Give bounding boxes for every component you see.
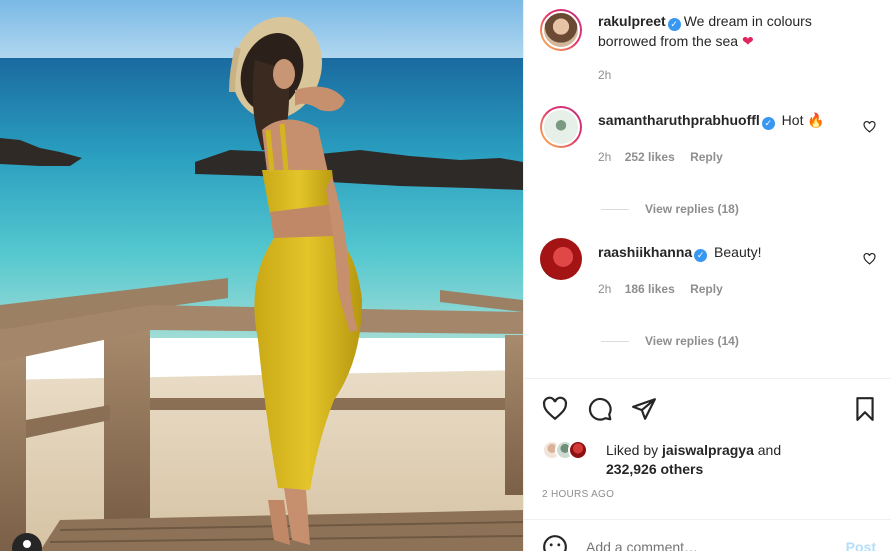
comment: raashiikhanna ✓ Beauty! <box>598 242 858 262</box>
verified-badge-icon: ✓ <box>694 249 708 262</box>
liked-by-avatars[interactable] <box>542 440 588 460</box>
liked-by-joiner: and <box>757 442 782 458</box>
comment-likes[interactable]: 186 likes <box>625 282 675 296</box>
caption-time[interactable]: 2h <box>598 68 611 82</box>
beach-photo <box>0 0 523 551</box>
liker-avatar <box>568 440 588 460</box>
add-comment-input[interactable] <box>586 539 816 551</box>
divider-line <box>601 340 629 342</box>
view-replies-button[interactable]: View replies (18) <box>601 202 739 216</box>
comment-like-heart-icon[interactable] <box>863 121 876 133</box>
comment-time[interactable]: 2h <box>598 282 611 296</box>
author-avatar[interactable] <box>540 9 582 51</box>
view-replies-button[interactable]: View replies (14) <box>601 334 739 348</box>
divider-line <box>601 208 629 210</box>
commenter-avatar[interactable] <box>540 238 582 280</box>
likes-summary: Liked by jaiswalpragya and 232,926 other… <box>606 441 781 479</box>
comment: samantharuthprabhuoffl ✓ Hot 🔥 <box>598 110 858 130</box>
commenter-username[interactable]: samantharuthprabhuoffl <box>598 112 760 128</box>
red-heart-emoji: ❤ <box>741 33 754 49</box>
comment-likes[interactable]: 252 likes <box>625 150 675 164</box>
comment-box: Post <box>524 519 891 551</box>
author-username[interactable]: rakulpreet <box>598 13 666 29</box>
commenter-username[interactable]: raashiikhanna <box>598 244 692 260</box>
reply-button[interactable]: Reply <box>690 282 723 296</box>
caption: rakulpreet ✓ We dream in colours borrowed … <box>598 11 868 51</box>
comment-text: Hot <box>781 112 804 128</box>
comment-meta: 2h 252 likes Reply <box>598 150 723 164</box>
liked-by-user[interactable]: jaiswalpragya <box>662 442 754 458</box>
fire-emoji: 🔥 <box>807 112 825 128</box>
bookmark-icon[interactable] <box>852 396 878 422</box>
comment-time[interactable]: 2h <box>598 150 611 164</box>
comment-text: Beauty! <box>714 244 762 260</box>
smiley-icon[interactable] <box>542 534 568 551</box>
view-replies-label: View replies (18) <box>645 202 739 216</box>
post-image[interactable] <box>0 0 523 551</box>
heart-icon[interactable] <box>542 396 568 422</box>
paper-plane-icon[interactable] <box>631 396 657 422</box>
liked-by-others[interactable]: 232,926 others <box>606 461 703 477</box>
verified-badge-icon: ✓ <box>667 18 681 31</box>
reply-button[interactable]: Reply <box>690 150 723 164</box>
view-replies-label: View replies (14) <box>645 334 739 348</box>
post-button[interactable]: Post <box>846 539 876 551</box>
comment-like-heart-icon[interactable] <box>863 253 876 265</box>
post-details-panel: rakulpreet ✓ We dream in colours borrowed … <box>523 0 891 551</box>
verified-badge-icon: ✓ <box>761 117 775 130</box>
comment-meta: 2h 186 likes Reply <box>598 282 723 296</box>
post-time[interactable]: 2 HOURS AGO <box>542 489 614 500</box>
commenter-avatar[interactable] <box>540 106 582 148</box>
liked-by-prefix: Liked by <box>606 442 659 458</box>
comment-icon[interactable] <box>587 396 613 422</box>
